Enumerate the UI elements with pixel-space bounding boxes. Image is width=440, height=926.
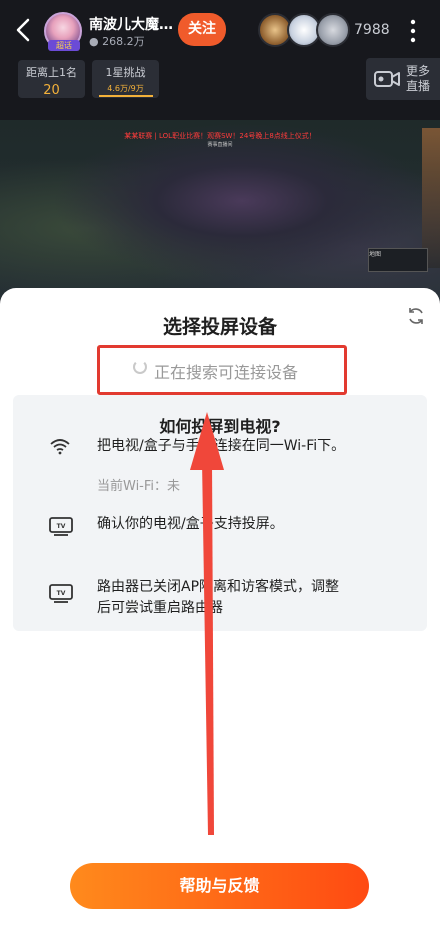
streamer-name[interactable]: 南波儿大魔… [89,14,173,34]
more-live-button[interactable]: 更多 直播 [366,58,440,100]
help-title: 如何投屏到电视? [159,417,281,436]
help-step-tv-support: 确认你的电视/盒子支持投屏。 [97,516,284,532]
svg-text:TV: TV [57,590,66,597]
back-arrow-icon[interactable] [12,16,36,44]
refresh-icon[interactable] [406,306,426,326]
loading-spinner-icon [133,360,147,374]
live-room-header: 超话 南波儿大魔… ● 268.2万 关注 7988 距离上1名 20 1星挑战… [0,0,440,120]
help-step-router-line2: 后可尝试重启路由器 [97,600,223,616]
tv-icon: TV [49,517,73,536]
fans-count-value: 268.2万 [102,35,145,48]
cast-help-card: 如何投屏到电视? 把电视/盒子与手机连接在同一Wi-Fi下。 当前Wi-Fi：未… [13,395,427,631]
searching-status: 正在搜索可连接设备 [154,363,299,382]
cast-device-sheet: 选择投屏设备 正在搜索可连接设备 如何投屏到电视? 把电视/盒子与手机连接在同一… [0,288,440,926]
rank-distance-title: 距离上1名 [26,66,77,79]
game-hud-panel [422,128,440,268]
more-live-label-1: 更多 [406,64,431,78]
more-options-icon[interactable] [406,18,420,44]
rank-distance-stat[interactable]: 距离上1名 20 [18,60,85,98]
wifi-icon [50,439,70,455]
help-step-wifi: 把电视/盒子与手机连接在同一Wi-Fi下。 [97,438,346,454]
follow-button[interactable]: 关注 [178,13,226,46]
help-step-router-line1: 路由器已关闭AP隔离和访客模式，调整 [97,579,340,595]
avatar-badge: 超话 [48,40,80,51]
star-challenge-progress: 4.6万/9万 [98,83,153,97]
audience-avatar[interactable] [316,13,350,47]
fire-icon: ● [89,35,99,48]
game-minimap: 地图 [368,248,428,272]
more-live-label-2: 直播 [406,79,431,93]
fans-count: ● 268.2万 [89,33,145,49]
stream-banner-subtext: 赛事直播间 [207,142,233,148]
current-wifi: 当前Wi-Fi：未 [97,479,181,494]
rank-distance-value: 20 [43,83,60,98]
tv-icon: TV [49,584,73,603]
svg-text:TV: TV [57,523,66,530]
help-step-router: 路由器已关闭AP隔离和访客模式，调整 后可尝试重启路由器 [97,577,339,619]
viewer-count[interactable]: 7988 [354,22,390,38]
video-camera-icon [374,71,400,87]
star-challenge-stat[interactable]: 1星挑战 4.6万/9万 [92,60,159,98]
sheet-title: 选择投屏设备 [162,316,277,338]
star-challenge-title: 1星挑战 [105,66,146,79]
help-feedback-button[interactable]: 帮助与反馈 [70,863,369,909]
stream-banner-text: 某某联赛 | LOL职业比赛！观赛SW！24号晚上8点线上仪式！ [124,132,316,140]
